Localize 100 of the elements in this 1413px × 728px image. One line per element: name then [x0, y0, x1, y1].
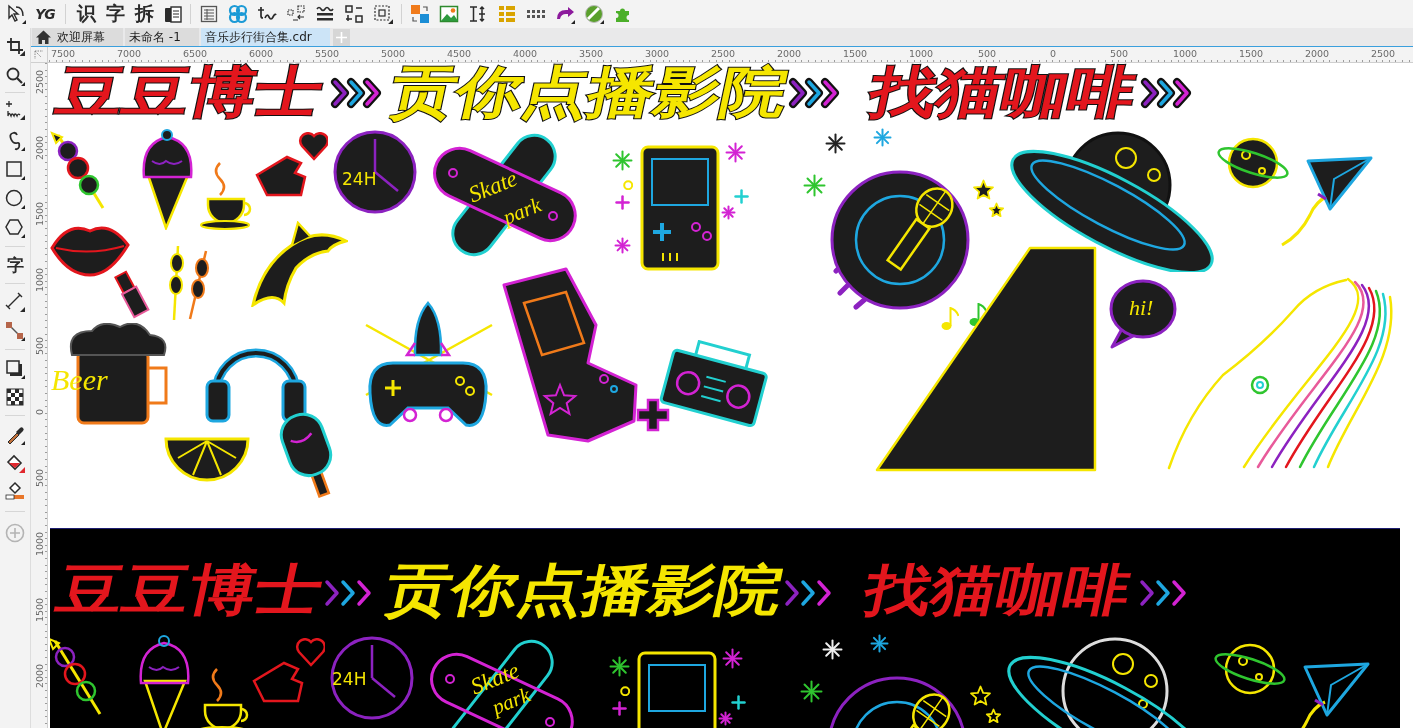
plus-icon: [335, 31, 347, 43]
sparkle-icon: [717, 710, 733, 726]
ruler-label: 0: [33, 409, 45, 415]
triple-chevron-icon: [1137, 577, 1189, 609]
ruler-label: 3000: [643, 48, 671, 59]
ruler-label: 5500: [313, 48, 341, 59]
ruler-label: 4500: [445, 48, 473, 59]
ruler-label: 1500: [841, 48, 869, 59]
coffee-cup-drawing: [199, 161, 252, 230]
ruler-label: 7000: [115, 48, 143, 59]
checkerboard-icon: [5, 387, 25, 407]
eyedropper-icon: [5, 425, 25, 445]
sparkle-icon: [872, 127, 892, 147]
toolbar-button[interactable]: YG: [31, 1, 59, 27]
toolbar-button[interactable]: 识: [72, 1, 100, 27]
triple-chevron-icon: [1140, 77, 1192, 109]
plus-mark-icon: [614, 194, 630, 210]
layout-icon: [344, 4, 364, 24]
ruler-label: 2000: [33, 135, 45, 161]
ruler-label: 6000: [247, 48, 275, 59]
ellipse-icon: [5, 189, 25, 209]
rectangle-icon: [5, 160, 25, 180]
text-height-icon: [468, 4, 488, 24]
speech-bubble-text: hi!: [1129, 297, 1154, 319]
neon-sign-text: 豆豆博士: [52, 561, 329, 619]
ruler-label: 500: [976, 48, 998, 59]
sparkle-icon: [802, 173, 826, 197]
star-icon: [984, 707, 1002, 724]
sparkle-icon: [824, 132, 846, 154]
distribute-icon: [286, 4, 306, 24]
ruler-label: 1500: [33, 597, 45, 623]
toolbar-button[interactable]: 拆: [130, 1, 158, 27]
toolbar-button[interactable]: 字: [101, 1, 129, 27]
shadow-icon: [5, 359, 25, 379]
search-icon: [5, 66, 25, 86]
sparkle-icon: [720, 204, 736, 220]
sparkle-icon: [613, 236, 631, 254]
swap-squares-icon: [410, 4, 430, 24]
ring-icon: [622, 179, 634, 191]
neon-sign-text: 找猫咖啡: [860, 561, 1137, 619]
document-tab[interactable]: 欢迎屏幕: [32, 28, 123, 46]
ruler-label: 2000: [1303, 48, 1331, 59]
small-planet-drawing: [1214, 643, 1286, 695]
sparkle-icon: [611, 149, 633, 171]
clock-text: 24H: [342, 171, 377, 188]
image-icon: [439, 4, 459, 24]
ruler-label: 1500: [33, 201, 45, 227]
ruler-label: 1000: [33, 531, 45, 557]
document-tab[interactable]: 音乐步行街合集.cdr: [200, 28, 330, 46]
ruler-label: 7500: [49, 48, 77, 59]
bulleted-list-icon: [497, 4, 517, 24]
star-icon: [987, 201, 1005, 218]
neon-sign-text: 找猫咖啡: [865, 63, 1142, 121]
disc-icon: [584, 4, 604, 24]
neon-sign-text: 贡你点播影院: [385, 63, 794, 121]
knot-icon: [228, 4, 248, 24]
wave-lines-icon: [315, 4, 335, 24]
beer-text: Beer: [51, 365, 108, 395]
small-planet-drawing: [1217, 137, 1289, 189]
ruler-label: 500: [1108, 48, 1130, 59]
connector-icon: [5, 321, 25, 341]
selection-box-icon: [373, 4, 393, 24]
sparkle-icon: [869, 633, 889, 653]
shape-tool-icon: [6, 4, 26, 24]
triple-chevron-icon: [788, 77, 840, 109]
sparkle-icon: [799, 679, 823, 703]
ruler-label: 4000: [511, 48, 539, 59]
speech-bubble-drawing: [1109, 279, 1177, 349]
ruler-label: 0: [1048, 48, 1057, 59]
line-icon: [5, 292, 25, 312]
tool-button[interactable]: 字: [1, 251, 29, 279]
clipboard-icon: [163, 4, 183, 24]
ring-icon: [619, 685, 631, 697]
triple-chevron-icon: [782, 577, 834, 609]
star-icon: [968, 684, 992, 706]
ruler-label: 2500: [1369, 48, 1397, 59]
interactive-fill-icon: [5, 481, 25, 501]
neon-sign-text: 贡你点播影院: [380, 561, 789, 619]
hexagon-icon: [5, 218, 25, 238]
cross-drawing: [636, 398, 670, 432]
ruler-label: 6500: [181, 48, 209, 59]
lipstick-drawing: [112, 269, 150, 319]
ruler-origin-icon: [34, 49, 44, 60]
sparkle-icon: [821, 638, 843, 660]
ruler-label: 1000: [33, 267, 45, 293]
star-icon: [971, 178, 995, 200]
add-icon: [5, 523, 25, 543]
ruler-label: 2500: [33, 69, 45, 95]
paint-bucket-icon: [5, 453, 25, 473]
home-icon: [36, 30, 51, 44]
music-note-icon: [940, 307, 959, 331]
ruler-label: 3500: [577, 48, 605, 59]
plus-mark-icon: [730, 694, 746, 710]
document-tab[interactable]: 未命名 -1: [125, 28, 199, 46]
neon-sign-text: 豆豆博士: [52, 63, 329, 121]
ruler-label: 2000: [33, 663, 45, 689]
sparkle-icon: [721, 647, 743, 669]
sparkle-icon: [724, 141, 746, 163]
crop-icon: [5, 36, 25, 56]
plus-mark-icon: [611, 700, 627, 716]
